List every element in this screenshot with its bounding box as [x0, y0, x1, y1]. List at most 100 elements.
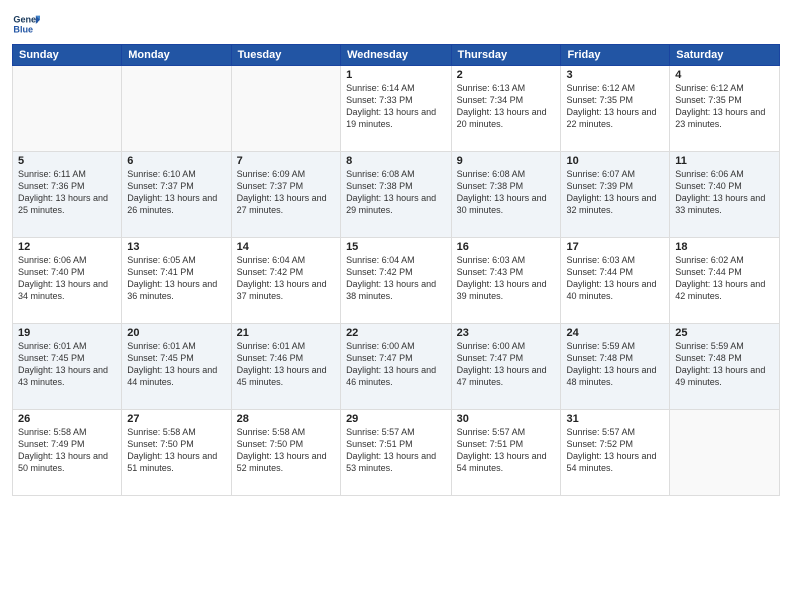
day-info: Sunrise: 6:03 AM Sunset: 7:43 PM Dayligh… — [457, 254, 556, 303]
day-info: Sunrise: 6:13 AM Sunset: 7:34 PM Dayligh… — [457, 82, 556, 131]
day-info: Sunrise: 6:09 AM Sunset: 7:37 PM Dayligh… — [237, 168, 335, 217]
table-row: 21Sunrise: 6:01 AM Sunset: 7:46 PM Dayli… — [231, 324, 340, 410]
table-row: 28Sunrise: 5:58 AM Sunset: 7:50 PM Dayli… — [231, 410, 340, 496]
day-number: 12 — [18, 241, 116, 253]
table-row: 19Sunrise: 6:01 AM Sunset: 7:45 PM Dayli… — [13, 324, 122, 410]
day-number: 20 — [127, 327, 225, 339]
day-info: Sunrise: 6:06 AM Sunset: 7:40 PM Dayligh… — [18, 254, 116, 303]
table-row: 3Sunrise: 6:12 AM Sunset: 7:35 PM Daylig… — [561, 66, 670, 152]
day-number: 27 — [127, 413, 225, 425]
table-row: 8Sunrise: 6:08 AM Sunset: 7:38 PM Daylig… — [341, 152, 452, 238]
day-number: 16 — [457, 241, 556, 253]
day-info: Sunrise: 5:57 AM Sunset: 7:51 PM Dayligh… — [346, 426, 446, 475]
header-saturday: Saturday — [670, 45, 780, 66]
table-row: 11Sunrise: 6:06 AM Sunset: 7:40 PM Dayli… — [670, 152, 780, 238]
day-info: Sunrise: 5:59 AM Sunset: 7:48 PM Dayligh… — [675, 340, 774, 389]
day-number: 19 — [18, 327, 116, 339]
table-row: 6Sunrise: 6:10 AM Sunset: 7:37 PM Daylig… — [122, 152, 231, 238]
table-row: 12Sunrise: 6:06 AM Sunset: 7:40 PM Dayli… — [13, 238, 122, 324]
day-info: Sunrise: 6:00 AM Sunset: 7:47 PM Dayligh… — [457, 340, 556, 389]
day-number: 26 — [18, 413, 116, 425]
table-row — [13, 66, 122, 152]
day-info: Sunrise: 6:00 AM Sunset: 7:47 PM Dayligh… — [346, 340, 446, 389]
day-number: 30 — [457, 413, 556, 425]
table-row: 2Sunrise: 6:13 AM Sunset: 7:34 PM Daylig… — [451, 66, 561, 152]
day-info: Sunrise: 5:58 AM Sunset: 7:49 PM Dayligh… — [18, 426, 116, 475]
svg-text:Blue: Blue — [13, 24, 33, 34]
calendar-week-row: 19Sunrise: 6:01 AM Sunset: 7:45 PM Dayli… — [13, 324, 780, 410]
day-info: Sunrise: 5:58 AM Sunset: 7:50 PM Dayligh… — [237, 426, 335, 475]
table-row: 17Sunrise: 6:03 AM Sunset: 7:44 PM Dayli… — [561, 238, 670, 324]
day-number: 10 — [566, 155, 664, 167]
day-info: Sunrise: 6:12 AM Sunset: 7:35 PM Dayligh… — [566, 82, 664, 131]
header-sunday: Sunday — [13, 45, 122, 66]
day-number: 8 — [346, 155, 446, 167]
day-number: 25 — [675, 327, 774, 339]
day-info: Sunrise: 6:11 AM Sunset: 7:36 PM Dayligh… — [18, 168, 116, 217]
table-row — [122, 66, 231, 152]
day-number: 17 — [566, 241, 664, 253]
calendar-week-row: 1Sunrise: 6:14 AM Sunset: 7:33 PM Daylig… — [13, 66, 780, 152]
table-row: 31Sunrise: 5:57 AM Sunset: 7:52 PM Dayli… — [561, 410, 670, 496]
day-info: Sunrise: 6:01 AM Sunset: 7:45 PM Dayligh… — [18, 340, 116, 389]
table-row: 16Sunrise: 6:03 AM Sunset: 7:43 PM Dayli… — [451, 238, 561, 324]
header-monday: Monday — [122, 45, 231, 66]
day-info: Sunrise: 6:02 AM Sunset: 7:44 PM Dayligh… — [675, 254, 774, 303]
table-row: 30Sunrise: 5:57 AM Sunset: 7:51 PM Dayli… — [451, 410, 561, 496]
day-info: Sunrise: 6:07 AM Sunset: 7:39 PM Dayligh… — [566, 168, 664, 217]
table-row: 20Sunrise: 6:01 AM Sunset: 7:45 PM Dayli… — [122, 324, 231, 410]
day-info: Sunrise: 6:06 AM Sunset: 7:40 PM Dayligh… — [675, 168, 774, 217]
table-row: 5Sunrise: 6:11 AM Sunset: 7:36 PM Daylig… — [13, 152, 122, 238]
weekday-header-row: Sunday Monday Tuesday Wednesday Thursday… — [13, 45, 780, 66]
calendar-week-row: 5Sunrise: 6:11 AM Sunset: 7:36 PM Daylig… — [13, 152, 780, 238]
day-number: 23 — [457, 327, 556, 339]
table-row: 4Sunrise: 6:12 AM Sunset: 7:35 PM Daylig… — [670, 66, 780, 152]
day-number: 7 — [237, 155, 335, 167]
day-info: Sunrise: 6:08 AM Sunset: 7:38 PM Dayligh… — [346, 168, 446, 217]
day-number: 9 — [457, 155, 556, 167]
header-friday: Friday — [561, 45, 670, 66]
table-row: 15Sunrise: 6:04 AM Sunset: 7:42 PM Dayli… — [341, 238, 452, 324]
page-container: General Blue Sunday Monday Tuesday Wedne… — [0, 0, 792, 612]
day-number: 6 — [127, 155, 225, 167]
day-info: Sunrise: 5:57 AM Sunset: 7:52 PM Dayligh… — [566, 426, 664, 475]
table-row: 1Sunrise: 6:14 AM Sunset: 7:33 PM Daylig… — [341, 66, 452, 152]
logo: General Blue — [12, 10, 44, 38]
day-info: Sunrise: 6:04 AM Sunset: 7:42 PM Dayligh… — [237, 254, 335, 303]
table-row: 14Sunrise: 6:04 AM Sunset: 7:42 PM Dayli… — [231, 238, 340, 324]
table-row: 10Sunrise: 6:07 AM Sunset: 7:39 PM Dayli… — [561, 152, 670, 238]
table-row: 9Sunrise: 6:08 AM Sunset: 7:38 PM Daylig… — [451, 152, 561, 238]
header-tuesday: Tuesday — [231, 45, 340, 66]
day-info: Sunrise: 6:04 AM Sunset: 7:42 PM Dayligh… — [346, 254, 446, 303]
day-info: Sunrise: 6:12 AM Sunset: 7:35 PM Dayligh… — [675, 82, 774, 131]
day-info: Sunrise: 5:57 AM Sunset: 7:51 PM Dayligh… — [457, 426, 556, 475]
day-info: Sunrise: 6:03 AM Sunset: 7:44 PM Dayligh… — [566, 254, 664, 303]
day-info: Sunrise: 6:10 AM Sunset: 7:37 PM Dayligh… — [127, 168, 225, 217]
logo-icon: General Blue — [12, 10, 40, 38]
calendar-week-row: 12Sunrise: 6:06 AM Sunset: 7:40 PM Dayli… — [13, 238, 780, 324]
day-number: 21 — [237, 327, 335, 339]
table-row: 25Sunrise: 5:59 AM Sunset: 7:48 PM Dayli… — [670, 324, 780, 410]
header-wednesday: Wednesday — [341, 45, 452, 66]
table-row: 22Sunrise: 6:00 AM Sunset: 7:47 PM Dayli… — [341, 324, 452, 410]
day-number: 24 — [566, 327, 664, 339]
day-number: 29 — [346, 413, 446, 425]
day-number: 4 — [675, 69, 774, 81]
day-info: Sunrise: 6:01 AM Sunset: 7:46 PM Dayligh… — [237, 340, 335, 389]
day-info: Sunrise: 5:58 AM Sunset: 7:50 PM Dayligh… — [127, 426, 225, 475]
day-number: 13 — [127, 241, 225, 253]
day-info: Sunrise: 5:59 AM Sunset: 7:48 PM Dayligh… — [566, 340, 664, 389]
table-row — [231, 66, 340, 152]
header-thursday: Thursday — [451, 45, 561, 66]
table-row: 24Sunrise: 5:59 AM Sunset: 7:48 PM Dayli… — [561, 324, 670, 410]
calendar-week-row: 26Sunrise: 5:58 AM Sunset: 7:49 PM Dayli… — [13, 410, 780, 496]
day-number: 15 — [346, 241, 446, 253]
table-row: 29Sunrise: 5:57 AM Sunset: 7:51 PM Dayli… — [341, 410, 452, 496]
table-row: 26Sunrise: 5:58 AM Sunset: 7:49 PM Dayli… — [13, 410, 122, 496]
day-number: 28 — [237, 413, 335, 425]
day-number: 22 — [346, 327, 446, 339]
calendar-table: Sunday Monday Tuesday Wednesday Thursday… — [12, 44, 780, 496]
table-row: 7Sunrise: 6:09 AM Sunset: 7:37 PM Daylig… — [231, 152, 340, 238]
day-info: Sunrise: 6:01 AM Sunset: 7:45 PM Dayligh… — [127, 340, 225, 389]
day-number: 2 — [457, 69, 556, 81]
